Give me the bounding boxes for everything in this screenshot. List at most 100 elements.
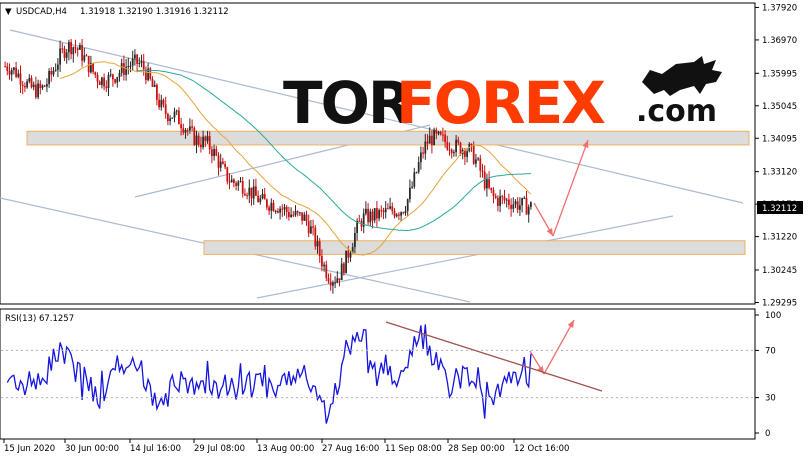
candle-body [516, 201, 519, 210]
candle-body [314, 227, 317, 247]
time-tick-label: 29 Jul 08:00 [194, 444, 245, 454]
price-pane [0, 2, 756, 305]
price-axis: 1.37920 1.36970 1.35995 1.35045 1.34095 1.331… [755, 3, 797, 308]
candle-body [492, 190, 495, 196]
candle-body [343, 263, 345, 274]
candle-body [35, 84, 37, 98]
price-tick-label: 1.30245 [762, 266, 797, 276]
time-tick-label: 11 Sep 08:00 [385, 444, 442, 454]
candle-body [334, 282, 336, 284]
candle-body [239, 181, 242, 183]
candle-body [202, 136, 204, 148]
candle-body [65, 52, 68, 58]
candle-body [41, 85, 44, 88]
candle-body [327, 277, 330, 282]
candle-body [244, 193, 246, 196]
candle-body [250, 187, 253, 199]
rsi-label: RSI(13) 67.1257 [5, 314, 74, 324]
candle-body [503, 196, 506, 201]
candle-body [248, 187, 251, 196]
candle-body [138, 62, 141, 64]
candle-body [409, 187, 411, 200]
candle-body [400, 212, 402, 216]
candle-body [435, 129, 438, 134]
candle-body [136, 54, 138, 64]
candle-body [294, 211, 297, 216]
candle-body [197, 135, 200, 145]
candle-body [369, 211, 372, 223]
candle-body [310, 226, 312, 234]
candle-body [321, 256, 323, 267]
candle-body [19, 73, 22, 85]
candle-body [303, 214, 306, 221]
candle-body [204, 136, 207, 141]
candle-body [336, 278, 339, 283]
candle-body [261, 194, 264, 199]
time-tick-label: 15 Jun 2020 [4, 444, 55, 454]
candle-body [519, 205, 521, 210]
candle-body [26, 81, 28, 88]
candle-body [380, 210, 383, 212]
candle-body [340, 263, 343, 281]
candle-body [164, 104, 167, 114]
collapse-arrow-icon[interactable]: ▼ [5, 7, 12, 17]
candle-body [398, 214, 400, 216]
chart-window: TOR FOREX .com ▼ USDCAD,H4 1.31918 1.321… [0, 0, 808, 458]
candle-body [98, 81, 101, 85]
candle-body [305, 214, 308, 222]
candle-body [178, 110, 180, 125]
candle-body [316, 241, 319, 247]
candle-body [525, 197, 528, 215]
candle-body [116, 77, 119, 83]
rsi-pane [0, 308, 756, 440]
candle-body [457, 139, 460, 143]
candle-body [470, 143, 473, 145]
candle-body [145, 69, 147, 81]
candle-body [367, 208, 369, 223]
candle-body [175, 110, 178, 112]
candle-body [123, 63, 125, 75]
candle-body [279, 208, 281, 213]
candle-body [68, 42, 70, 53]
candle-body [169, 118, 171, 121]
logo-forex-text: FOREX [396, 69, 605, 137]
candle-body [173, 111, 176, 118]
logo-com-text: .com [636, 94, 717, 129]
candle-body [21, 84, 24, 87]
candle-body [338, 278, 341, 281]
candle-body [59, 48, 61, 65]
candle-body [182, 128, 185, 133]
time-tick-label: 28 Sep 00:00 [448, 444, 505, 454]
candle-body [417, 162, 420, 173]
candle-body [193, 127, 196, 145]
candle-body [450, 149, 453, 154]
candle-body [283, 207, 286, 210]
candle-body [323, 264, 325, 267]
candle-body [17, 73, 20, 77]
candle-body [222, 161, 224, 164]
candle-body [437, 131, 440, 134]
candle-body [230, 179, 233, 183]
candle-body [109, 74, 112, 76]
candle-body [246, 195, 248, 197]
candle-body [325, 264, 328, 278]
price-tick-label: 1.37920 [762, 3, 797, 13]
candle-body [296, 211, 299, 213]
candle-body [453, 152, 455, 154]
candle-body [490, 187, 493, 191]
candle-body [57, 64, 59, 70]
candle-body [486, 179, 488, 189]
candle-body [259, 198, 262, 203]
candle-body [393, 211, 396, 217]
candle-body [415, 172, 418, 174]
candle-body [226, 167, 229, 182]
candle-body [237, 181, 240, 186]
candle-body [505, 199, 508, 201]
candle-body [329, 281, 332, 286]
candle-body [92, 63, 94, 73]
candle-body [107, 74, 110, 89]
candle-body [24, 86, 26, 88]
candle-body [354, 232, 356, 248]
candle-body [420, 152, 422, 163]
candle-body [318, 241, 321, 257]
